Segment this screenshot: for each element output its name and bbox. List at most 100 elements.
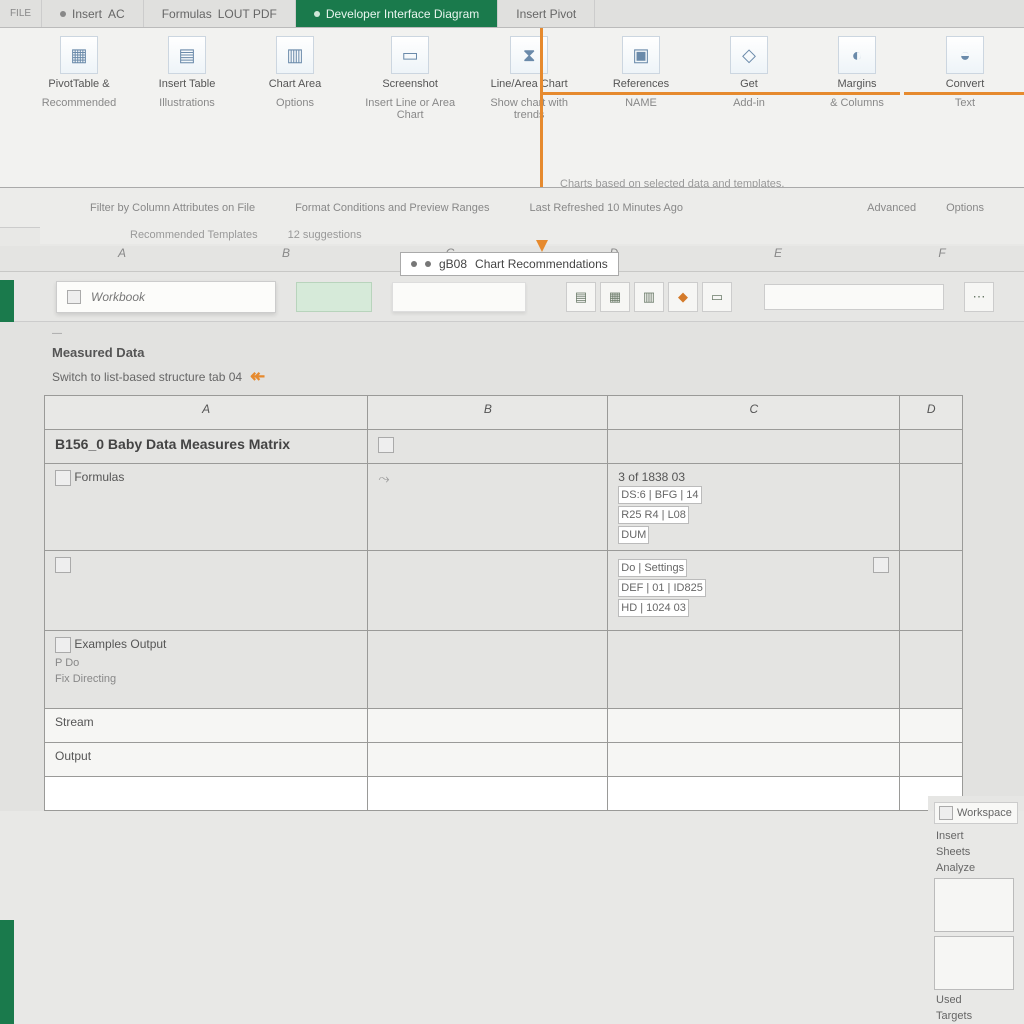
formula-input[interactable] [392,282,526,312]
selection-indicator[interactable] [296,282,372,312]
cell-text: Stream [55,715,94,729]
cell[interactable]: Do | Settings DEF | 01 | ID825 HD | 1024… [608,551,900,631]
cell[interactable] [45,551,368,631]
info-link[interactable]: Advanced [867,202,916,214]
arrow-left-icon: ↞ [250,366,265,387]
ribbon-group-table[interactable]: ▤ Insert Table Illustrations [148,36,226,109]
cell[interactable] [900,709,963,743]
cell-text: Formulas [74,470,124,484]
table-icon: ▤ [168,36,206,74]
col-header[interactable]: A [40,246,204,271]
side-panel-title: Workspace [957,807,1012,819]
cell[interactable] [900,551,963,631]
side-item[interactable]: Insert [936,830,1016,842]
ribbon-label: Convert [946,78,985,91]
cell[interactable]: B156_0 Baby Data Measures Matrix [45,430,368,464]
tool-button[interactable]: ▥ [634,282,664,312]
tab-indicator-icon [314,11,320,17]
cell[interactable] [900,631,963,709]
cell[interactable] [368,551,608,631]
cell[interactable]: ⤳ [368,464,608,551]
tab-indicator-icon [60,11,66,17]
table-col-header[interactable]: B [368,396,608,430]
side-item[interactable]: Used [936,994,1016,1006]
pivot-table-icon: ▦ [60,36,98,74]
table-row [45,777,963,811]
cell[interactable] [45,777,368,811]
cell[interactable] [368,709,608,743]
panel-icon [939,806,953,820]
tool-button[interactable]: ▤ [566,282,596,312]
ribbon-group-get[interactable]: ◇ Get Add-in [710,36,788,109]
side-item[interactable]: Sheets [936,846,1016,858]
tab-insert[interactable]: Insert AC [42,0,144,27]
cell[interactable] [608,709,900,743]
side-item[interactable]: Targets [936,1010,1016,1022]
cell[interactable] [368,743,608,777]
cell[interactable]: Stream [45,709,368,743]
table-row: B156_0 Baby Data Measures Matrix [45,430,963,464]
ribbon-group-linechart[interactable]: ⧗ Line/Area Chart Show chart with trends [486,36,572,121]
ribbon-group-margins[interactable]: ◐ Margins & Columns [818,36,896,109]
table-row: Formulas ⤳ 3 of 1838 03 DS:6 | BFG | 14 … [45,464,963,551]
sheet-selection-marker [0,920,14,1024]
table-col-header[interactable]: D [900,396,963,430]
ribbon-sublabel: Illustrations [159,97,215,109]
cell[interactable] [368,631,608,709]
ribbon-group-chart[interactable]: ▥ Chart Area Options [256,36,334,109]
tab-pivot[interactable]: Insert Pivot [498,0,595,27]
info-link[interactable]: Options [946,202,984,214]
data-table: A B C D B156_0 Baby Data Measures Matrix… [44,395,963,811]
table-col-header[interactable]: A [45,396,368,430]
name-box-icon [67,290,81,304]
cell[interactable] [608,777,900,811]
ribbon-label: Screenshot [382,78,438,91]
ribbon-group-convert[interactable]: ◒ Convert Text [926,36,1004,109]
cell[interactable]: Output [45,743,368,777]
cell[interactable]: Examples Output P Do Fix Directing [45,631,368,709]
tab-developer-active[interactable]: Developer Interface Diagram [296,0,498,27]
tool-button[interactable]: ▦ [600,282,630,312]
mini-input[interactable] [764,284,944,310]
col-header[interactable]: F [860,246,1024,271]
col-header[interactable]: B [204,246,368,271]
side-panel-header[interactable]: Workspace [934,802,1018,824]
footer-text: 12 suggestions [288,229,362,241]
cell[interactable] [608,430,900,464]
name-box[interactable]: Workbook [56,281,276,313]
bullet-icon [411,261,417,267]
side-item[interactable]: Analyze [936,862,1016,874]
tool-button[interactable]: ⋯ [964,282,994,312]
ribbon-group-screenshot[interactable]: ▭ Screenshot Insert Line or Area Chart [364,36,456,121]
callout-arrowhead-icon [536,240,548,252]
cell[interactable] [900,430,963,464]
cell[interactable] [608,631,900,709]
ribbon-group-pivot[interactable]: ▦ PivotTable & Recommended [40,36,118,109]
table-col-header[interactable]: C [608,396,900,430]
cell[interactable] [368,430,608,464]
cell[interactable]: 3 of 1838 03 DS:6 | BFG | 14 R25 R4 | L0… [608,464,900,551]
ribbon-label: Get [740,78,758,91]
cell[interactable]: Formulas [45,464,368,551]
sheet-title: Measured Data [52,345,1006,360]
callout-line-vertical [540,28,543,188]
bullet-icon [425,261,431,267]
file-tab[interactable]: FILE [0,0,42,27]
cell-block: DS:6 | BFG | 14 [618,486,701,504]
cell[interactable] [608,743,900,777]
tab-label: Developer Interface Diagram [326,7,479,21]
side-preview-box[interactable] [934,878,1014,932]
name-box-value: Workbook [91,290,145,304]
convert-icon: ◒ [946,36,984,74]
tab-formulas[interactable]: Formulas LOUT PDF [144,0,296,27]
cell[interactable] [368,777,608,811]
cell[interactable] [900,464,963,551]
side-preview-box[interactable] [934,936,1014,990]
ribbon-group-references[interactable]: ▣ References NAME [602,36,680,109]
tool-button-highlight[interactable]: ◆ [668,282,698,312]
cell[interactable] [900,743,963,777]
col-header[interactable]: E [696,246,860,271]
ribbon-label: Chart Area [269,78,322,91]
callout-line-horizontal [700,92,900,95]
tool-button[interactable]: ▭ [702,282,732,312]
